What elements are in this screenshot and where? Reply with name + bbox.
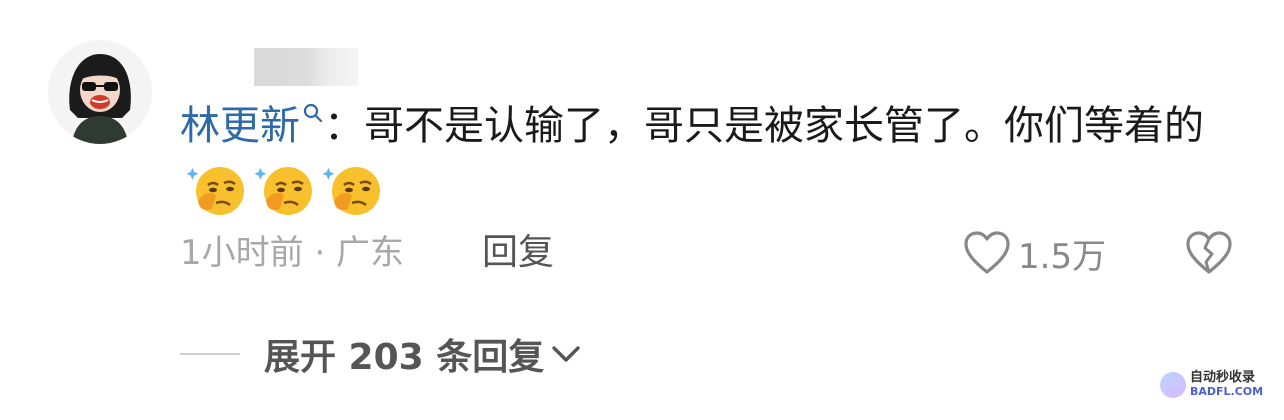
thinking-smirk-emoji-icon: [186, 161, 248, 219]
watermark: 自动秒收录 BADFL.COM: [1160, 360, 1270, 410]
comment-card: 林更新 ：哥不是认输了，哥只是被家长管了。你们等着的 1小时前 · 广东 回复 1…: [0, 0, 1284, 420]
watermark-logo-icon: [1160, 372, 1186, 398]
heart-outline-icon: [964, 231, 1010, 274]
chevron-down-icon[interactable]: [550, 342, 582, 366]
broken-heart-icon: [1186, 231, 1232, 274]
avatar[interactable]: [48, 40, 152, 144]
reply-button[interactable]: 回复: [482, 228, 554, 278]
like-button[interactable]: 1.5万: [962, 228, 1106, 278]
thinking-smirk-emoji-icon: [322, 161, 384, 219]
expand-replies-label[interactable]: 展开 203 条回复: [264, 328, 544, 380]
time-location: 1小时前 · 广东: [180, 233, 405, 273]
expand-replies[interactable]: 展开 203 条回复: [180, 330, 582, 378]
separator: ：: [324, 103, 364, 149]
blurred-region: [254, 48, 358, 86]
comment-meta: 1小时前 · 广东 回复: [180, 228, 554, 278]
comment-text: 哥不是认输了，哥只是被家长管了。你们等着的: [364, 103, 1204, 149]
like-count: 1.5万: [1018, 236, 1107, 277]
username[interactable]: 林更新: [180, 103, 300, 149]
thinking-smirk-emoji-icon: [254, 161, 316, 219]
emoji-group: [186, 158, 390, 219]
watermark-url: BADFL.COM: [1190, 385, 1264, 398]
divider: [180, 353, 240, 355]
comment-body: 林更新 ：哥不是认输了，哥只是被家长管了。你们等着的: [180, 96, 1240, 219]
dislike-button[interactable]: [1184, 228, 1236, 278]
search-icon[interactable]: [302, 102, 324, 124]
watermark-title: 自动秒收录: [1190, 370, 1256, 385]
